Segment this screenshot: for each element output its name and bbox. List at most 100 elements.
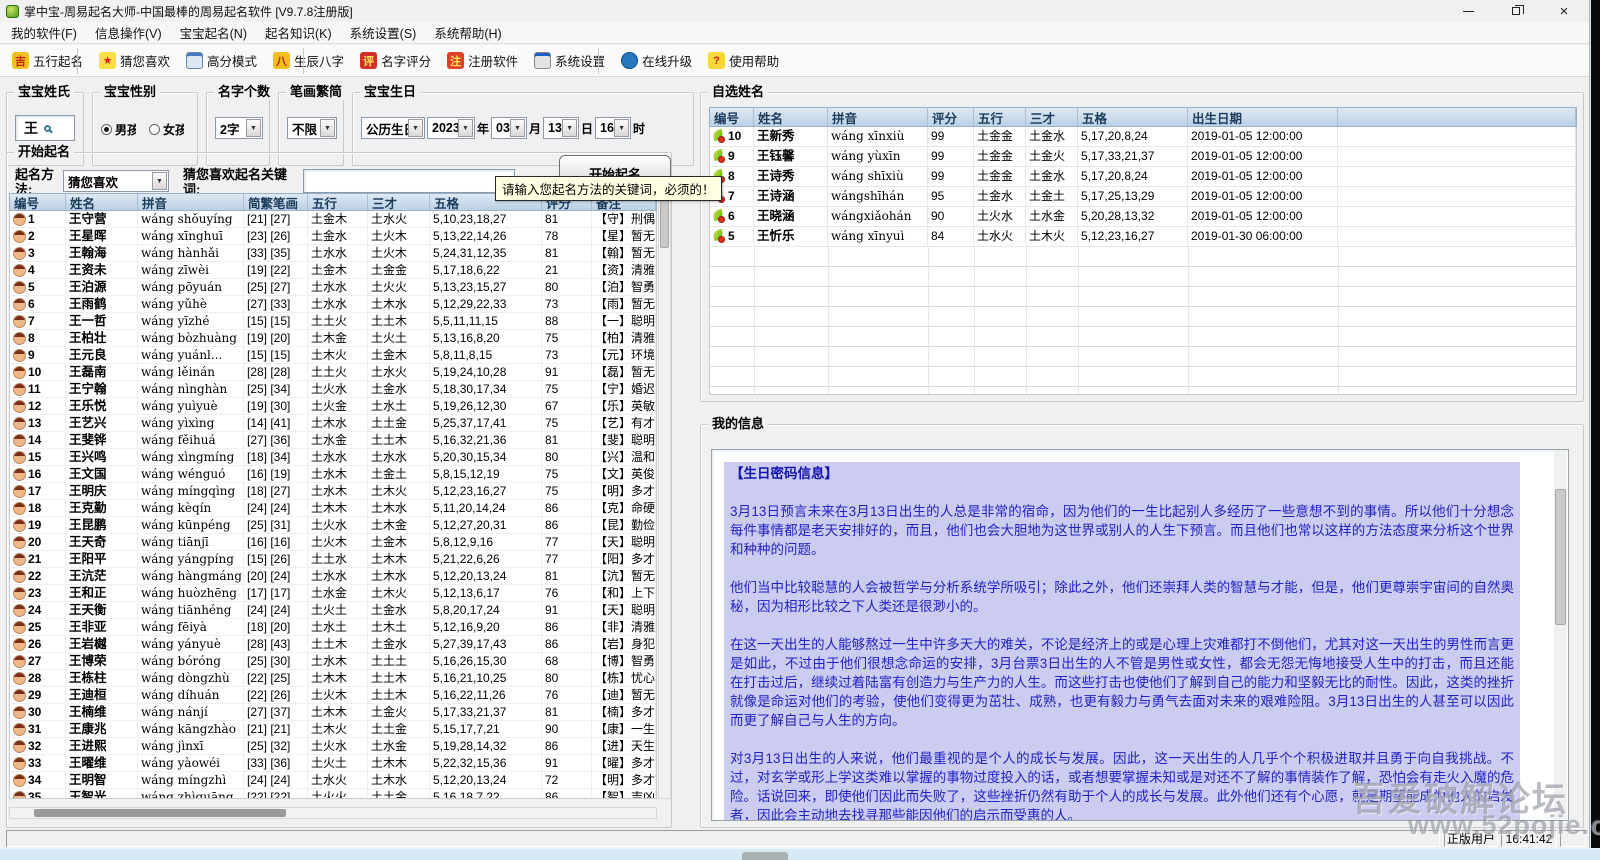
scrollbar-thumb[interactable] bbox=[1555, 489, 1566, 625]
toolbar-button[interactable]: 评 名字评分 bbox=[352, 48, 439, 74]
close-button[interactable]: × bbox=[1553, 2, 1575, 20]
table-row[interactable]: 26 王岩樾 wáng yányuè [28] [43] 土土木 土金水 5,2… bbox=[10, 636, 656, 653]
table-row[interactable]: 8 王诗秀 wáng shīxiù 99 土金金 土金水 5,17,20,8,2… bbox=[710, 167, 1576, 187]
table-row[interactable]: 31 王康兆 wáng kāngzhào [21] [21] 土木火 土土金 5… bbox=[10, 721, 656, 738]
menu-item[interactable]: 系统帮助(H) bbox=[425, 22, 510, 43]
method-select[interactable]: 猜您喜欢▼ bbox=[63, 170, 169, 192]
table-row[interactable]: 5 王忻乐 wáng xīnyuì 84 土水火 土木火 5,12,23,16,… bbox=[710, 227, 1576, 247]
surname-input[interactable]: 王 bbox=[15, 115, 75, 141]
score-cell: 80 bbox=[542, 449, 592, 466]
info-paragraph: 3月13日预言未来在3月13日出生的人总是非常的宿命，因为他们的一生比起别人多经… bbox=[730, 502, 1514, 559]
score-cell: 76 bbox=[542, 585, 592, 602]
gender-radio-male[interactable]: 男孩 bbox=[101, 121, 136, 138]
table-row[interactable]: 12 王乐悦 wáng yuìyuè [19] [30] 土火金 土水土 5,1… bbox=[10, 398, 656, 415]
table-row[interactable]: 21 王阳平 wáng yángpíng [15] [26] 土土水 土木木 5… bbox=[10, 551, 656, 568]
wuxing-cell: 土水水 bbox=[308, 296, 368, 313]
minimize-button[interactable] bbox=[1457, 2, 1479, 20]
table-row[interactable]: 9 王元良 wáng yuánl... [15] [15] 土木火 土金木 5,… bbox=[10, 347, 656, 364]
table-row[interactable]: 28 王栋柱 wáng dòngzhù [22] [25] 土木木 土土木 5,… bbox=[10, 670, 656, 687]
menu-item[interactable]: 我的软件(F) bbox=[2, 22, 86, 43]
table-row[interactable]: 11 王宁翰 wáng nìnghàn [25] [34] 土火水 土金水 5,… bbox=[10, 381, 656, 398]
table-row[interactable]: 20 王天奇 wáng tiānjī [16] [16] 土火木 土金木 5,8… bbox=[10, 534, 656, 551]
table-row[interactable]: 17 王明庆 wáng míngqìng [18] [27] 土水木 土木火 5… bbox=[10, 483, 656, 500]
table-row[interactable]: 23 王和正 wáng huòzhēng [17] [17] 土水金 土木火 5… bbox=[10, 585, 656, 602]
toolbar-button[interactable]: 注 注册软件 bbox=[439, 48, 526, 74]
sancai-cell: 土土金 bbox=[368, 721, 430, 738]
table-row[interactable]: 16 王文国 wáng wénguó [16] [19] 土水木 土金土 5,8… bbox=[10, 466, 656, 483]
boy-face-icon bbox=[13, 621, 26, 634]
calendar-type-select[interactable]: 公历生日▼ bbox=[361, 117, 425, 139]
table-row[interactable]: 18 王克勤 wáng kèqín [24] [24] 土木木 土木水 5,11… bbox=[10, 500, 656, 517]
restore-button[interactable] bbox=[1505, 2, 1527, 20]
table-row[interactable]: 9 王钰馨 wáng yùxīn 99 土金金 土金火 5,17,33,21,3… bbox=[710, 147, 1576, 167]
results-vertical-scrollbar[interactable] bbox=[658, 193, 671, 799]
wuge-cell: 5,8,12,9,16 bbox=[430, 534, 542, 551]
toolbar-button[interactable]: 高分模式 bbox=[178, 48, 265, 74]
score-cell: 76 bbox=[542, 687, 592, 704]
my-info-textarea[interactable]: 【生日密码信息】 3月13日预言未来在3月13日出生的人总是非常的宿命，因为他们… bbox=[711, 449, 1569, 821]
stroke-select[interactable]: 不限▼ bbox=[287, 117, 337, 139]
birthday-field-select[interactable]: 03▼ bbox=[491, 117, 527, 139]
info-vertical-scrollbar[interactable] bbox=[1554, 451, 1567, 819]
table-row[interactable]: 1 王守营 wáng shǒuyíng [21] [27] 土金木 土水火 5,… bbox=[10, 211, 656, 228]
table-row[interactable]: 10 王新秀 wáng xīnxiù 99 土金金 土金水 5,17,20,8,… bbox=[710, 127, 1576, 147]
menu-item[interactable]: 起名知识(K) bbox=[256, 22, 341, 43]
toolbar-button[interactable]: 系统设置 bbox=[526, 48, 613, 74]
toolbar-button[interactable]: ★ 猜您喜欢 bbox=[91, 48, 178, 74]
table-row[interactable]: 22 王沆茫 wáng hàngmáng [20] [24] 土水水 土木水 5… bbox=[10, 568, 656, 585]
table-row[interactable]: 6 王晓涵 wángxiǎohán 90 土火水 土水金 5,20,28,13,… bbox=[710, 207, 1576, 227]
wuge-cell: 5,12,20,13,24 bbox=[430, 568, 542, 585]
pinyin-cell: wáng shǒuyíng bbox=[138, 211, 244, 228]
toolbar-button[interactable]: ? 使用帮助 bbox=[700, 48, 787, 74]
table-row[interactable]: 33 王曜维 wáng yàowéi [33] [36] 土火土 土木木 5,2… bbox=[10, 755, 656, 772]
table-row[interactable]: 4 王资未 wáng zīwèi [19] [22] 土金木 土金金 5,17,… bbox=[10, 262, 656, 279]
table-row[interactable]: 24 王天衡 wáng tiānhéng [24] [24] 土火土 土金水 5… bbox=[10, 602, 656, 619]
sancai-cell: 土土金 bbox=[368, 415, 430, 432]
status-bar-end bbox=[1560, 830, 1586, 847]
table-row[interactable]: 19 王昆鹏 wáng kūnpéng [25] [31] 土火水 土木金 5,… bbox=[10, 517, 656, 534]
gender-radio-female[interactable]: 女孩 bbox=[149, 121, 184, 138]
strokes-cell: [19] [22] bbox=[244, 262, 308, 279]
menu-item[interactable]: 宝宝起名(N) bbox=[171, 22, 256, 43]
table-row[interactable]: 5 王泊源 wáng pōyuán [25] [27] 土水水 土火火 5,13… bbox=[10, 279, 656, 296]
table-row[interactable]: 3 王翰海 wáng hànhǎi [33] [35] 土水水 土火木 5,24… bbox=[10, 245, 656, 262]
table-row[interactable]: 25 王非亚 wáng fēiyà [18] [20] 土水土 土木土 5,12… bbox=[10, 619, 656, 636]
table-row[interactable]: 8 王柏壮 wáng bòzhuàng [19] [20] 土木金 土火土 5,… bbox=[10, 330, 656, 347]
scrollbar-thumb[interactable] bbox=[660, 200, 669, 248]
table-row[interactable]: 27 王博荣 wáng bóróng [25] [30] 土水木 土土土 5,1… bbox=[10, 653, 656, 670]
birthday-field-select[interactable]: 16▼ bbox=[595, 117, 631, 139]
pinyin-cell: wáng lěinán bbox=[138, 364, 244, 381]
table-row[interactable]: 14 王斐铧 wáng fěihuá [27] [36] 土水金 土土木 5,1… bbox=[10, 432, 656, 449]
table-row[interactable]: 34 王明智 wáng míngzhì [24] [24] 土水火 土木水 5,… bbox=[10, 772, 656, 789]
table-row[interactable]: 7 王诗涵 wángshīhán 95 土金水 土金土 5,17,25,13,2… bbox=[710, 187, 1576, 207]
gender-group-label: 宝宝性别 bbox=[100, 84, 160, 100]
keyword-input[interactable] bbox=[303, 169, 515, 193]
table-row[interactable]: 10 王磊南 wáng lěinán [28] [28] 土土火 土水火 5,1… bbox=[10, 364, 656, 381]
toolbar-button[interactable]: 在线升级 bbox=[613, 48, 700, 74]
name-cell: 王诗秀 bbox=[754, 167, 828, 187]
scrollbar-thumb[interactable] bbox=[34, 809, 286, 817]
table-row[interactable]: 13 王艺兴 wáng yìxìng [14] [41] 土木水 土土金 5,2… bbox=[10, 415, 656, 432]
menu-item[interactable]: 系统设置(S) bbox=[341, 22, 426, 43]
name-count-select[interactable]: 2字▼ bbox=[215, 117, 263, 139]
wuxing-cell: 土金水 bbox=[974, 187, 1026, 207]
table-row[interactable]: 30 王楠维 wáng nánjí [27] [37] 土木木 土金火 5,17… bbox=[10, 704, 656, 721]
wuge-cell: 5,19,24,10,28 bbox=[430, 364, 542, 381]
boy-face-icon bbox=[13, 400, 26, 413]
birthday-field-select[interactable]: 2023▼ bbox=[427, 117, 475, 139]
sancai-cell: 土木木 bbox=[368, 755, 430, 772]
birthday-field-select[interactable]: 13▼ bbox=[543, 117, 579, 139]
table-row[interactable]: 15 王兴鸣 wáng xìngmíng [18] [34] 土水水 土水水 5… bbox=[10, 449, 656, 466]
search-icon[interactable] bbox=[44, 125, 51, 132]
table-row[interactable]: 32 王进熙 wáng jìnxī [25] [32] 土火水 土水金 5,19… bbox=[10, 738, 656, 755]
table-row[interactable]: 35 王智光 wáng zhìguāng [22] [22] 土火火 土土金 5… bbox=[10, 789, 656, 799]
table-row[interactable]: 2 王星晖 wáng xīnghuī [23] [26] 土金水 土火木 5,1… bbox=[10, 228, 656, 245]
table-row[interactable]: 7 王一哲 wáng yīzhé [15] [15] 土土火 土土木 5,5,1… bbox=[10, 313, 656, 330]
table-row[interactable]: 29 王迪桓 wáng díhuán [22] [26] 土火木 土土木 5,1… bbox=[10, 687, 656, 704]
menu-item[interactable]: 信息操作(V) bbox=[86, 22, 171, 43]
toolbar-button[interactable]: 八 生辰八字 bbox=[265, 48, 352, 74]
results-horizontal-scrollbar[interactable] bbox=[9, 807, 657, 819]
table-row[interactable]: 6 王雨鹤 wáng yǔhè [27] [33] 土水水 土木水 5,12,2… bbox=[10, 296, 656, 313]
boy-face-icon bbox=[13, 332, 26, 345]
wuxing-cell: 土土火 bbox=[308, 313, 368, 330]
